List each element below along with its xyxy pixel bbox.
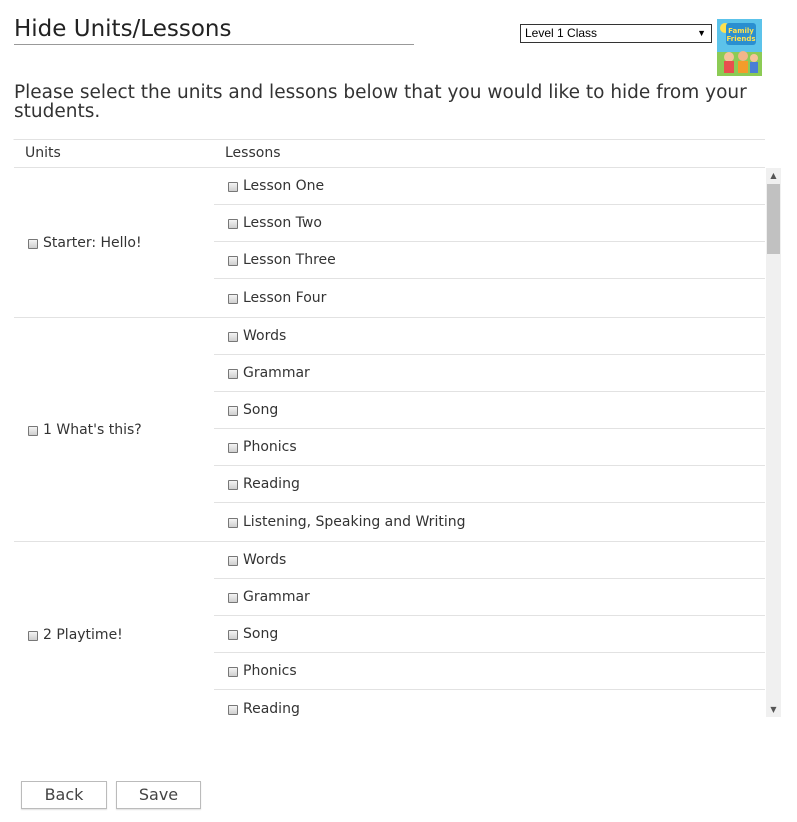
lesson-label: Grammar xyxy=(243,589,310,605)
lesson-row[interactable]: Words xyxy=(214,318,765,355)
units-lessons-table: Units Lessons Starter: Hello! Lesson One L… xyxy=(13,139,765,718)
unit-cell[interactable]: 1 What's this? xyxy=(14,318,214,541)
lesson-label: Phonics xyxy=(243,439,297,455)
lesson-checkbox[interactable] xyxy=(228,256,238,266)
lesson-row[interactable]: Phonics xyxy=(214,653,765,690)
lesson-checkbox[interactable] xyxy=(228,556,238,566)
lesson-label: Reading xyxy=(243,701,300,717)
scroll-down-arrow-icon[interactable]: ▼ xyxy=(766,702,781,717)
lesson-checkbox[interactable] xyxy=(228,667,238,677)
lesson-row[interactable]: Listening, Speaking and Writing xyxy=(214,503,765,541)
lesson-checkbox[interactable] xyxy=(228,705,238,715)
lesson-label: Phonics xyxy=(243,663,297,679)
lesson-row[interactable]: Grammar xyxy=(214,579,765,616)
class-select[interactable]: Level 1 Class ▼ xyxy=(520,24,712,43)
lessons-list: Words Grammar Song Phonics Reading Listening,… xyxy=(214,318,765,541)
page-title: Hide Units/Lessons xyxy=(14,15,414,45)
lesson-checkbox[interactable] xyxy=(228,518,238,528)
lesson-checkbox[interactable] xyxy=(228,182,238,192)
unit-group: 2 Playtime! Words Grammar Song Phonics Readin… xyxy=(14,542,765,718)
book-cover-art: Family Friends xyxy=(717,19,762,76)
scroll-thumb[interactable] xyxy=(767,184,780,254)
lesson-checkbox[interactable] xyxy=(228,369,238,379)
scroll-up-arrow-icon[interactable]: ▲ xyxy=(766,168,781,183)
lesson-row[interactable]: Lesson Two xyxy=(214,205,765,242)
book-cover-title-1: Family xyxy=(728,27,754,35)
unit-group: 1 What's this? Words Grammar Song Phonics Rea… xyxy=(14,318,765,542)
column-header-units: Units xyxy=(25,145,61,161)
lesson-label: Lesson Four xyxy=(243,290,327,306)
unit-cell[interactable]: 2 Playtime! xyxy=(14,542,214,718)
lesson-label: Listening, Speaking and Writing xyxy=(243,514,466,530)
lesson-checkbox[interactable] xyxy=(228,219,238,229)
unit-checkbox[interactable] xyxy=(28,425,38,436)
lesson-label: Grammar xyxy=(243,365,310,381)
lessons-list: Lesson One Lesson Two Lesson Three Lesson F… xyxy=(214,168,765,317)
save-button[interactable]: Save xyxy=(116,781,201,809)
lesson-row[interactable]: Grammar xyxy=(214,355,765,392)
lesson-row[interactable]: Lesson Three xyxy=(214,242,765,279)
lesson-checkbox[interactable] xyxy=(228,332,238,342)
unit-label: 1 What's this? xyxy=(43,421,142,438)
class-select-value: Level 1 Class xyxy=(525,26,598,40)
lesson-label: Words xyxy=(243,552,287,568)
lesson-label: Lesson Three xyxy=(243,252,336,268)
lesson-checkbox[interactable] xyxy=(228,406,238,416)
lesson-checkbox[interactable] xyxy=(228,630,238,640)
lesson-label: Song xyxy=(243,402,279,418)
lesson-row[interactable]: Phonics xyxy=(214,429,765,466)
lesson-checkbox[interactable] xyxy=(228,294,238,304)
table-body[interactable]: Starter: Hello! Lesson One Lesson Two Lesso… xyxy=(14,168,765,718)
lesson-label: Reading xyxy=(243,476,300,492)
lesson-row[interactable]: Reading xyxy=(214,690,765,718)
table-header: Units Lessons xyxy=(14,140,765,168)
unit-label: Starter: Hello! xyxy=(43,234,142,251)
unit-checkbox[interactable] xyxy=(28,238,38,249)
lesson-row[interactable]: Lesson Four xyxy=(214,279,765,317)
lesson-row[interactable]: Words xyxy=(214,542,765,579)
chevron-down-icon: ▼ xyxy=(697,28,706,38)
column-header-lessons: Lessons xyxy=(225,145,281,161)
table-scrollbar[interactable]: ▲ ▼ xyxy=(766,168,781,717)
book-cover-image: Family Friends xyxy=(717,19,762,76)
lesson-row[interactable]: Reading xyxy=(214,466,765,503)
instructions-text: Please select the units and lessons belo… xyxy=(14,82,747,122)
unit-cell[interactable]: Starter: Hello! xyxy=(14,168,214,317)
lesson-row[interactable]: Song xyxy=(214,616,765,653)
lesson-row[interactable]: Song xyxy=(214,392,765,429)
back-button[interactable]: Back xyxy=(21,781,107,809)
unit-group: Starter: Hello! Lesson One Lesson Two Lesso… xyxy=(14,168,765,318)
unit-checkbox[interactable] xyxy=(28,631,38,641)
lesson-checkbox[interactable] xyxy=(228,593,238,603)
lessons-list: Words Grammar Song Phonics Reading xyxy=(214,542,765,718)
lesson-label: Song xyxy=(243,626,279,642)
lesson-label: Lesson Two xyxy=(243,215,322,231)
lesson-row[interactable]: Lesson One xyxy=(214,168,765,205)
lesson-label: Lesson One xyxy=(243,178,325,194)
lesson-checkbox[interactable] xyxy=(228,480,238,490)
lesson-label: Words xyxy=(243,328,287,344)
lesson-checkbox[interactable] xyxy=(228,443,238,453)
book-cover-title-2: Friends xyxy=(726,35,755,43)
unit-label: 2 Playtime! xyxy=(43,627,123,643)
